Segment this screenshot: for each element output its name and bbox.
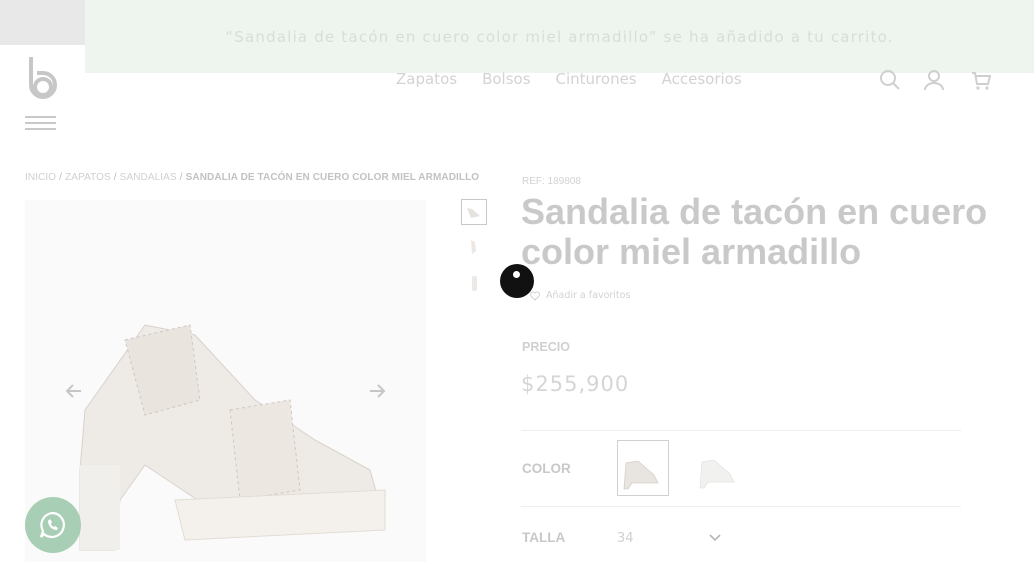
- cart-notice-text: “Sandalia de tacón en cuero color miel a…: [225, 27, 894, 46]
- thumbnail-3[interactable]: [461, 271, 487, 297]
- heart-icon: [530, 291, 540, 301]
- thumbnail-2[interactable]: [461, 235, 487, 261]
- whatsapp-icon: [39, 511, 65, 539]
- product-title: Sandalia de tacón en cuero color miel ar…: [521, 191, 988, 272]
- search-icon[interactable]: [879, 69, 901, 91]
- divider: [521, 430, 961, 431]
- size-value: 34: [617, 530, 634, 546]
- color-label: COLOR: [522, 461, 571, 476]
- nav-cinturones[interactable]: Cinturones: [556, 70, 637, 88]
- cart-icon[interactable]: [970, 69, 992, 91]
- whatsapp-button[interactable]: [25, 497, 81, 553]
- top-left-block: [0, 0, 85, 45]
- color-swatch-miel[interactable]: [617, 440, 669, 496]
- breadcrumb-current: SANDALIA DE TACÓN EN CUERO COLOR MIEL AR…: [185, 172, 480, 183]
- next-image-arrow[interactable]: [366, 380, 388, 402]
- menu-button[interactable]: [25, 116, 56, 130]
- breadcrumb: INICIO / ZAPATOS / SANDALIAS / SANDALIA DE TAC…: [25, 172, 480, 183]
- price-label: PRECIO: [522, 340, 570, 354]
- size-select[interactable]: 34: [617, 528, 721, 548]
- breadcrumb-sandalias[interactable]: SANDALIAS: [120, 172, 177, 183]
- main-nav: Zapatos Bolsos Cinturones Accesorios: [396, 70, 742, 88]
- cart-notice: “Sandalia de tacón en cuero color miel a…: [85, 0, 1034, 73]
- breadcrumb-inicio[interactable]: INICIO: [25, 172, 56, 183]
- user-icon[interactable]: [923, 69, 945, 91]
- size-label: TALLA: [522, 530, 566, 545]
- nav-zapatos[interactable]: Zapatos: [396, 70, 457, 88]
- add-to-favorites[interactable]: Añadir a favoritos: [530, 290, 630, 301]
- brand-logo[interactable]: [27, 55, 57, 101]
- product-price: $255,900: [521, 372, 630, 396]
- divider: [521, 506, 961, 507]
- favorites-label: Añadir a favoritos: [546, 290, 631, 301]
- color-swatch-alt[interactable]: [694, 440, 746, 496]
- nav-bolsos[interactable]: Bolsos: [482, 70, 530, 88]
- breadcrumb-zapatos[interactable]: ZAPATOS: [65, 172, 111, 183]
- prev-image-arrow[interactable]: [63, 380, 85, 402]
- thumbnail-1[interactable]: [461, 199, 487, 225]
- chevron-down-icon: [709, 534, 721, 542]
- product-ref: REF: 189808: [522, 176, 581, 187]
- nav-accesorios[interactable]: Accesorios: [662, 70, 742, 88]
